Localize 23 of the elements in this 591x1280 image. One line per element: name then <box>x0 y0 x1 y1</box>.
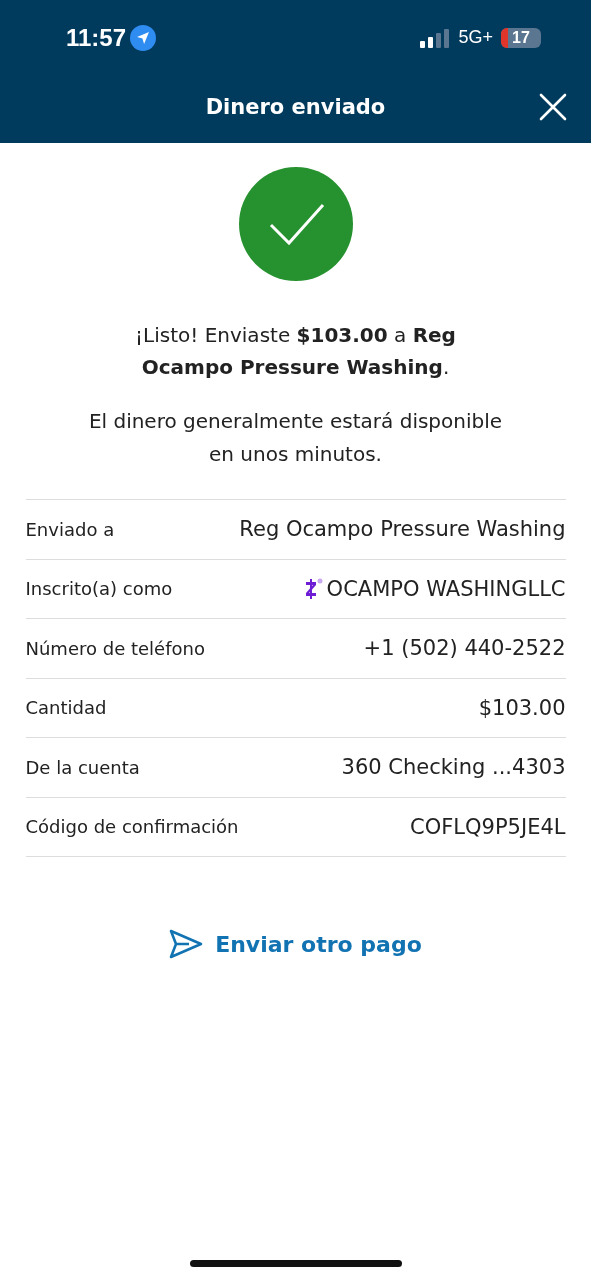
status-time: 11:57 <box>66 23 127 52</box>
send-another-payment-link[interactable]: Enviar otro pago <box>169 929 422 959</box>
network-label: 5G+ <box>458 27 493 48</box>
battery-indicator: 17 <box>501 27 541 48</box>
detail-label: Código de confirmación <box>25 816 239 838</box>
screen-title: Dinero enviado <box>205 95 386 119</box>
success-check-icon <box>238 167 353 281</box>
confirmation-message: ¡Listo! Enviaste $103.00 a Reg Ocampo Pressure Washing. <box>134 322 457 381</box>
detail-label: Inscrito(a) como <box>25 578 173 600</box>
detail-label: Cantidad <box>25 697 107 719</box>
detail-value: $103.00 <box>478 695 566 720</box>
paper-plane-icon <box>169 929 204 959</box>
detail-value: COFLQ9P5JE4L <box>410 814 566 839</box>
detail-value: 360 Checking ...4303 <box>341 755 566 780</box>
detail-value: OCAMPO WASHINGLLC <box>326 576 566 601</box>
close-button[interactable] <box>539 93 567 121</box>
detail-value: +1 (502) 440-2522 <box>363 636 566 661</box>
signal-icon <box>420 27 451 48</box>
availability-note: El dinero generalmente estará disponible en unos minutos. <box>87 408 504 468</box>
detail-label: Número de teléfono <box>25 637 205 659</box>
detail-value: Reg Ocampo Pressure Washing <box>239 517 566 542</box>
detail-label: Enviado a <box>25 518 115 540</box>
detail-label: De la cuenta <box>25 756 140 778</box>
